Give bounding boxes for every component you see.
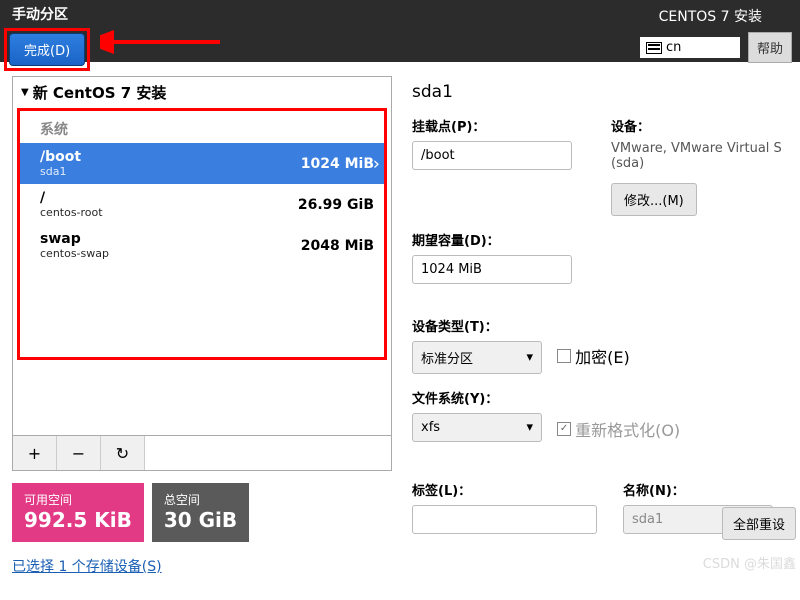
capacity-input[interactable]	[412, 255, 572, 284]
storage-devices-link[interactable]: 已选择 1 个存储设备(S)	[12, 556, 392, 576]
name-label: 名称(N)：	[623, 480, 784, 499]
encrypt-label: 加密(E)	[575, 344, 630, 368]
done-button[interactable]: 完成(D)	[9, 33, 85, 66]
partition-row[interactable]: /bootsda1 1024 MiB›	[20, 143, 384, 184]
fs-label: 文件系统(Y)：	[412, 388, 680, 407]
chevron-down-icon: ▾	[526, 350, 533, 365]
devtype-label: 设备类型(T)：	[412, 316, 630, 335]
available-space-value: 992.5 KiB	[24, 508, 132, 532]
partition-name: /boot	[40, 149, 81, 165]
encrypt-checkbox[interactable]: 加密(E)	[557, 344, 630, 368]
partition-name: /	[40, 190, 103, 206]
tag-input[interactable]	[412, 505, 597, 534]
fs-value: xfs	[421, 420, 440, 435]
chevron-down-icon: ▼	[21, 87, 29, 98]
available-space-box: 可用空间 992.5 KiB	[12, 483, 144, 542]
partition-title: sda1	[412, 82, 784, 102]
partition-size: 2048 MiB	[301, 238, 374, 254]
partition-name: swap	[40, 231, 109, 247]
devtype-value: 标准分区	[421, 348, 473, 367]
watermark: CSDN @朱国鑫	[703, 553, 796, 572]
reload-button[interactable]: ↻	[101, 436, 145, 470]
chevron-right-icon: ›	[373, 153, 380, 174]
section-title: 新 CentOS 7 安装	[33, 82, 167, 103]
keyboard-icon	[646, 42, 662, 54]
partition-size: 1024 MiB	[301, 156, 374, 172]
mountpoint-label: 挂载点(P)：	[412, 116, 585, 135]
partition-row[interactable]: swapcentos-swap 2048 MiB	[20, 225, 384, 266]
available-space-label: 可用空间	[24, 491, 132, 508]
total-space-label: 总空间	[164, 491, 237, 508]
total-space-value: 30 GiB	[164, 508, 237, 532]
mountpoint-input[interactable]	[412, 141, 572, 170]
partition-sub: sda1	[40, 165, 81, 178]
capacity-label: 期望容量(D)：	[412, 230, 585, 249]
reformat-checkbox[interactable]: ✓ 重新格式化(O)	[557, 417, 680, 441]
tag-label: 标签(L)：	[412, 480, 597, 499]
device-label: 设备：	[611, 116, 784, 135]
product-title: CENTOS 7 安装	[640, 6, 762, 26]
reset-all-button[interactable]: 全部重设	[722, 507, 796, 540]
add-partition-button[interactable]: +	[13, 436, 57, 470]
chevron-down-icon: ▾	[526, 420, 533, 435]
remove-partition-button[interactable]: −	[57, 436, 101, 470]
partition-size: 26.99 GiB	[298, 197, 374, 213]
partition-sub: centos-root	[40, 206, 103, 219]
partition-row[interactable]: /centos-root 26.99 GiB	[20, 184, 384, 225]
fs-select[interactable]: xfs ▾	[412, 413, 542, 442]
group-system-label: 系统	[20, 111, 384, 143]
keyboard-layout: cn	[666, 40, 681, 55]
devtype-select[interactable]: 标准分区 ▾	[412, 341, 542, 374]
partition-sub: centos-swap	[40, 247, 109, 260]
keyboard-indicator[interactable]: cn	[640, 37, 740, 58]
page-title: 手动分区	[12, 4, 90, 24]
install-section-toggle[interactable]: ▼ 新 CentOS 7 安装	[13, 77, 391, 108]
reformat-label: 重新格式化(O)	[575, 417, 680, 441]
help-button[interactable]: 帮助	[748, 32, 792, 63]
device-value: VMware, VMware Virtual S (sda)	[611, 141, 784, 171]
modify-button[interactable]: 修改...(M)	[611, 183, 697, 216]
total-space-box: 总空间 30 GiB	[152, 483, 249, 542]
